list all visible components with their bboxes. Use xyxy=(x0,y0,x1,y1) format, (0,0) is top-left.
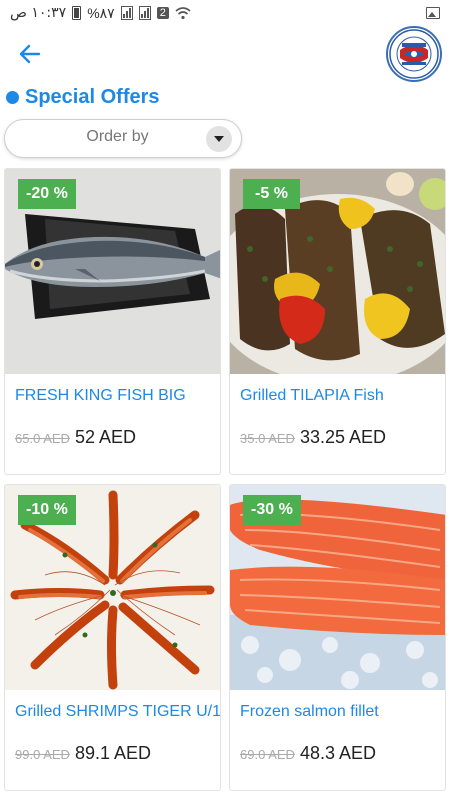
sim-badge: 2 xyxy=(156,7,169,19)
battery-icon xyxy=(72,6,82,20)
new-price: 89.1 AED xyxy=(74,743,151,763)
signal-icon-2 xyxy=(138,6,151,20)
arrow-left-icon xyxy=(19,44,41,64)
product-card[interactable]: -20 % FRESH KING FISH BIG 65.0 AED 52 AE… xyxy=(4,168,221,475)
old-price: 65.0 AED xyxy=(15,431,70,446)
back-button[interactable] xyxy=(14,38,46,70)
store-logo xyxy=(386,26,442,82)
order-by-dropdown[interactable]: Order by xyxy=(4,119,242,158)
product-prices: 69.0 AED 48.3 AED xyxy=(240,743,376,764)
top-bar xyxy=(0,26,450,82)
product-name: Frozen salmon fillet xyxy=(240,703,379,720)
product-card[interactable]: -30 % Frozen salmon fillet 69.0 AED 48.3… xyxy=(229,484,446,791)
status-left: ١٠:٣٧ ص %٨٧ 2 xyxy=(10,5,191,22)
new-price: 33.25 AED xyxy=(299,427,386,447)
product-name: Grilled TILAPIA Fish xyxy=(240,387,384,404)
chevron-down-icon xyxy=(206,125,232,152)
product-card[interactable]: -10 % Grilled SHRIMPS TIGER U/10 99.0 AE… xyxy=(4,484,221,791)
product-prices: 35.0 AED 33.25 AED xyxy=(240,427,386,448)
product-name: Grilled SHRIMPS TIGER U/10 xyxy=(15,703,221,720)
battery-level: %٨٧ xyxy=(87,4,115,21)
status-bar: ١٠:٣٧ ص %٨٧ 2 xyxy=(0,0,450,26)
new-price: 48.3 AED xyxy=(299,743,376,763)
product-image-grilled-shrimps: -10 % xyxy=(5,485,220,690)
old-price: 69.0 AED xyxy=(240,747,295,762)
discount-badge: -10 % xyxy=(18,495,76,525)
old-price: 99.0 AED xyxy=(15,747,70,762)
image-notification-icon xyxy=(426,7,440,19)
discount-badge: -30 % xyxy=(243,495,301,525)
product-prices: 99.0 AED 89.1 AED xyxy=(15,743,151,764)
product-card[interactable]: -5 % Grilled TILAPIA Fish 35.0 AED 33.25… xyxy=(229,168,446,475)
special-offers-title: Special Offers xyxy=(25,86,160,108)
product-image-salmon-fillet: -30 % xyxy=(230,485,445,690)
bullet-dot xyxy=(6,91,19,104)
new-price: 52 AED xyxy=(74,427,136,447)
product-grid: -20 % FRESH KING FISH BIG 65.0 AED 52 AE… xyxy=(4,168,447,791)
signal-icon xyxy=(120,6,133,20)
product-name: FRESH KING FISH BIG xyxy=(15,387,186,404)
product-image-grilled-tilapia: -5 % xyxy=(230,169,445,374)
discount-badge: -20 % xyxy=(18,179,76,209)
old-price: 35.0 AED xyxy=(240,431,295,446)
product-image-king-fish: -20 % xyxy=(5,169,220,374)
wifi-icon xyxy=(175,7,191,20)
status-time: ١٠:٣٧ ص xyxy=(10,5,67,21)
discount-badge: -5 % xyxy=(243,179,300,209)
product-prices: 65.0 AED 52 AED xyxy=(15,427,136,448)
section-title: Special Offers xyxy=(6,86,160,109)
order-by-label: Order by xyxy=(86,127,149,145)
